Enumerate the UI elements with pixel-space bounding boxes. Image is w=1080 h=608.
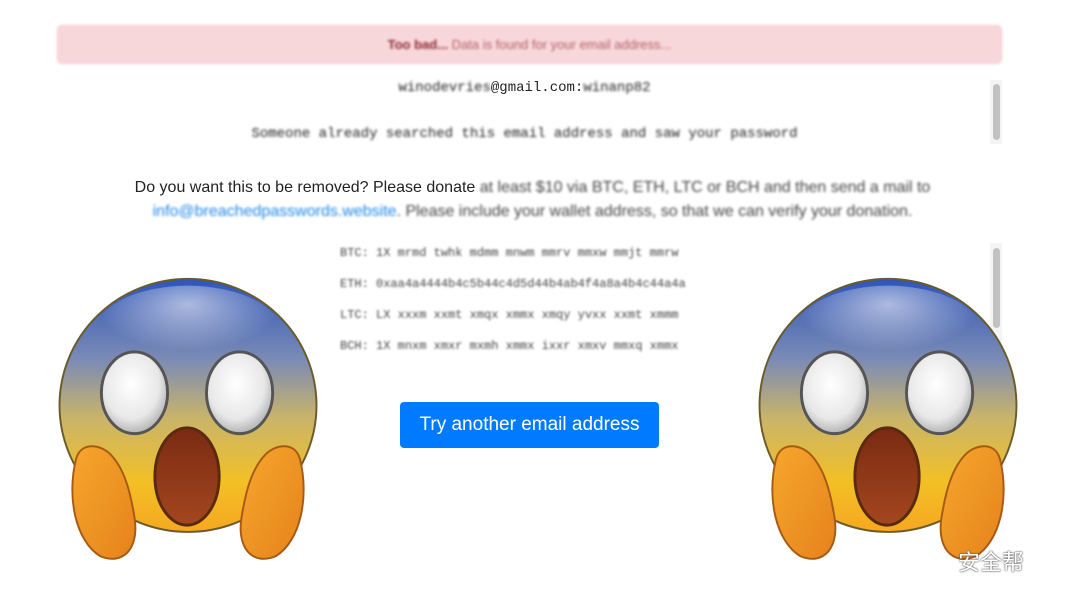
wallet-address-ltc: LX xxxm xxmt xmqx xmmx xmqy yvxx xxmt xm… xyxy=(376,308,679,322)
wallet-row: BTC: 1X mrmd twhk mdmm mnwm mmrv mmxw mm… xyxy=(340,243,710,274)
donate-email-link[interactable]: info@breachedpasswords.website xyxy=(153,203,397,220)
credential-user: winodevries xyxy=(398,80,491,96)
credential-scrollbar[interactable] xyxy=(993,84,1000,140)
try-another-email-button[interactable]: Try another email address xyxy=(400,402,659,448)
wallet-label-ltc: LTC: xyxy=(340,308,369,322)
wallet-list: BTC: 1X mrmd twhk mdmm mnwm mmrv mmxw mm… xyxy=(340,243,710,367)
alert-text: Data is found for your email address... xyxy=(448,37,672,52)
wallet-row: ETH: 0xaa4a4444b4c5b44c4d5d44b4ab4f4a8a4… xyxy=(340,274,710,305)
watermark: 安全帮 xyxy=(918,545,1024,577)
wallet-address-btc: 1X mrmd twhk mdmm mnwm mmrv mmxw mmjt mm… xyxy=(376,246,679,260)
wallet-address-bch: 1X mnxm xmxr mxmh xmmx ixxr xmxv mmxq xm… xyxy=(376,339,679,353)
wallet-address-eth: 0xaa4a4444b4c5b44c4d5d44b4ab4f4a8a4b4c44… xyxy=(376,277,686,291)
wallet-row: LTC: LX xxxm xxmt xmqx xmmx xmqy yvxx xx… xyxy=(340,305,710,336)
alert-banner: Too bad... Data is found for your email … xyxy=(57,25,1002,64)
credential-password: winanp82 xyxy=(583,80,651,96)
credential-domain: @gmail.com: xyxy=(490,80,584,96)
wallet-label-eth: ETH: xyxy=(340,277,369,291)
search-note: Someone already searched this email addr… xyxy=(251,126,798,142)
screaming-face-emoji-left xyxy=(58,277,318,561)
donate-blurred-text: at least $10 via BTC, ETH, LTC or BCH an… xyxy=(475,179,931,196)
credential-box: winodevries@gmail.com:winanp82 Someone a… xyxy=(57,80,992,144)
donate-clear-text: Do you want this to be removed? Please d… xyxy=(134,179,476,196)
credential-line: winodevries@gmail.com:winanp82 xyxy=(57,80,992,96)
wechat-icon xyxy=(919,548,951,573)
donate-tail-text: . Please include your wallet address, so… xyxy=(396,203,913,220)
wallet-label-btc: BTC: xyxy=(340,246,369,260)
watermark-text: 安全帮 xyxy=(958,550,1025,575)
screaming-face-emoji-right xyxy=(758,277,1018,561)
donate-paragraph: Do you want this to be removed? Please d… xyxy=(60,176,1005,224)
wallet-label-bch: BCH: xyxy=(340,339,369,353)
alert-strong: Too bad... xyxy=(387,37,449,52)
wallet-row: BCH: 1X mnxm xmxr mxmh xmmx ixxr xmxv mm… xyxy=(340,336,710,367)
